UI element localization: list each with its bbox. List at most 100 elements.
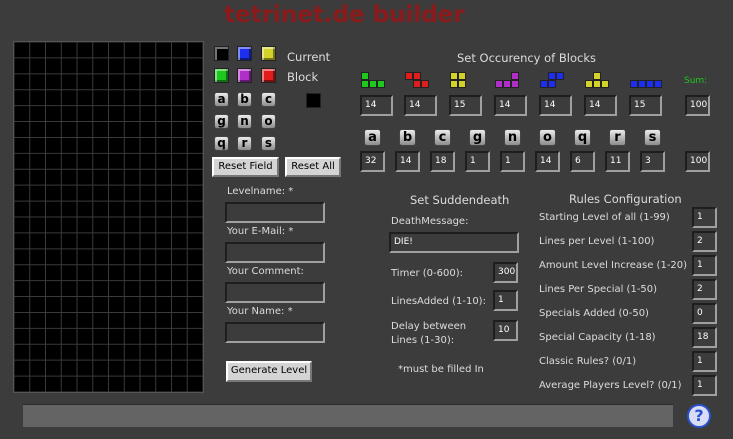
current-label: Current	[287, 50, 331, 64]
special-r-button[interactable]: r	[237, 136, 252, 151]
special-r-occurrency-icon: r	[609, 129, 626, 146]
rule-input[interactable]: 18	[692, 327, 717, 348]
special-c-occurrency-icon: c	[434, 129, 451, 146]
generate-level-button[interactable]: Generate Level	[226, 361, 312, 382]
death-message-label: DeathMessage:	[391, 216, 469, 227]
help-icon[interactable]: ?	[687, 404, 711, 428]
special-o-button[interactable]: o	[261, 114, 276, 129]
rule-label: Lines Per Special (1-50)	[539, 284, 658, 295]
piece-cell	[369, 80, 377, 88]
comment-input[interactable]	[225, 282, 325, 303]
s-piece-icon	[540, 72, 574, 89]
timer-input[interactable]: 300	[493, 262, 518, 283]
piece-cell	[654, 80, 662, 88]
lines-added-label: LinesAdded (1-10):	[391, 296, 486, 307]
z-piece-icon	[405, 72, 439, 89]
rule-input[interactable]: 1	[692, 351, 717, 372]
color-swatch-black[interactable]	[214, 46, 229, 61]
special-sum-field: 100	[685, 151, 710, 172]
piece-cell	[548, 72, 556, 80]
special-b-button[interactable]: b	[237, 92, 252, 107]
delay-label-line1: Delay between	[391, 321, 467, 332]
playfield-grid[interactable]	[13, 41, 204, 393]
special-occurrency-input[interactable]: 11	[605, 151, 630, 172]
special-occurrency-input[interactable]: 32	[360, 151, 385, 172]
special-occurrency-input[interactable]: 1	[465, 151, 490, 172]
special-n-occurrency-icon: n	[504, 129, 521, 146]
piece-cell	[458, 80, 466, 88]
piece-cell	[458, 72, 466, 80]
reset-all-button[interactable]: Reset All	[285, 157, 341, 177]
block-sum-field: 100	[685, 95, 710, 116]
rule-label: Starting Level of all (1-99)	[539, 212, 670, 223]
t-piece-icon	[585, 72, 619, 89]
piece-cell	[601, 80, 609, 88]
levelname-input[interactable]	[225, 202, 325, 223]
piece-cell	[593, 80, 601, 88]
rule-input[interactable]: 2	[692, 279, 717, 300]
email-input[interactable]	[225, 242, 325, 263]
special-a-occurrency-icon: a	[364, 129, 381, 146]
piece-cell	[638, 80, 646, 88]
piece-cell	[361, 80, 369, 88]
app-title: tetrinet.de builder	[224, 2, 465, 28]
piece-cell	[511, 80, 519, 88]
rule-input[interactable]: 1	[692, 207, 717, 228]
special-b-occurrency-icon: b	[399, 129, 416, 146]
delay-input[interactable]: 10	[493, 320, 518, 341]
special-a-button[interactable]: a	[214, 92, 229, 107]
special-o-occurrency-icon: o	[539, 129, 556, 146]
block-occurrency-input[interactable]: 14	[404, 95, 437, 116]
special-n-button[interactable]: n	[237, 114, 252, 129]
piece-cell	[511, 72, 519, 80]
special-occurrency-input[interactable]: 14	[395, 151, 420, 172]
special-q-button[interactable]: q	[214, 136, 229, 151]
piece-cell	[585, 80, 593, 88]
special-s-button[interactable]: s	[261, 136, 276, 151]
special-occurrency-input[interactable]: 18	[430, 151, 455, 172]
name-input[interactable]	[225, 322, 325, 343]
piece-cell	[377, 80, 385, 88]
piece-cell	[503, 80, 511, 88]
color-swatch-red[interactable]	[261, 68, 276, 83]
rule-label: Special Capacity (1-18)	[539, 332, 656, 343]
piece-cell	[405, 72, 413, 80]
piece-cell	[450, 72, 458, 80]
color-swatch-green[interactable]	[214, 68, 229, 83]
rule-input[interactable]: 2	[692, 231, 717, 252]
block-occurrency-input[interactable]: 15	[449, 95, 482, 116]
special-occurrency-input[interactable]: 6	[570, 151, 595, 172]
special-occurrency-input[interactable]: 14	[535, 151, 560, 172]
special-occurrency-input[interactable]: 1	[500, 151, 525, 172]
email-label: Your E-Mail: *	[227, 226, 294, 237]
color-swatch-yellow[interactable]	[261, 46, 276, 61]
piece-cell	[450, 80, 458, 88]
special-occurrency-input[interactable]: 3	[640, 151, 665, 172]
lines-added-input[interactable]: 1	[493, 290, 518, 311]
piece-cell	[630, 80, 638, 88]
rule-label: Classic Rules? (0/1)	[539, 356, 637, 367]
block-occurrency-input[interactable]: 14	[584, 95, 617, 116]
piece-cell	[548, 80, 556, 88]
comment-label: Your Comment:	[227, 266, 304, 277]
special-c-button[interactable]: c	[261, 92, 276, 107]
rule-input[interactable]: 1	[692, 375, 717, 396]
color-swatch-blue[interactable]	[237, 46, 252, 61]
reset-field-button[interactable]: Reset Field	[212, 157, 279, 177]
death-message-input[interactable]: DIE!	[389, 232, 519, 253]
playfield-cells[interactable]	[14, 42, 203, 392]
block-occurrency-input[interactable]: 14	[539, 95, 572, 116]
color-swatch-purple[interactable]	[237, 68, 252, 83]
piece-cell	[413, 72, 421, 80]
rule-input[interactable]: 0	[692, 303, 717, 324]
rule-input[interactable]: 1	[692, 255, 717, 276]
special-g-button[interactable]: g	[214, 114, 229, 129]
l-piece-icon	[495, 72, 529, 89]
block-occurrency-input[interactable]: 14	[494, 95, 527, 116]
rule-label: Lines per Level (1-100)	[539, 236, 655, 247]
special-g-occurrency-icon: g	[469, 129, 486, 146]
piece-cell	[361, 72, 369, 80]
piece-cell	[413, 80, 421, 88]
block-occurrency-input[interactable]: 15	[629, 95, 662, 116]
block-occurrency-input[interactable]: 14	[360, 95, 393, 116]
